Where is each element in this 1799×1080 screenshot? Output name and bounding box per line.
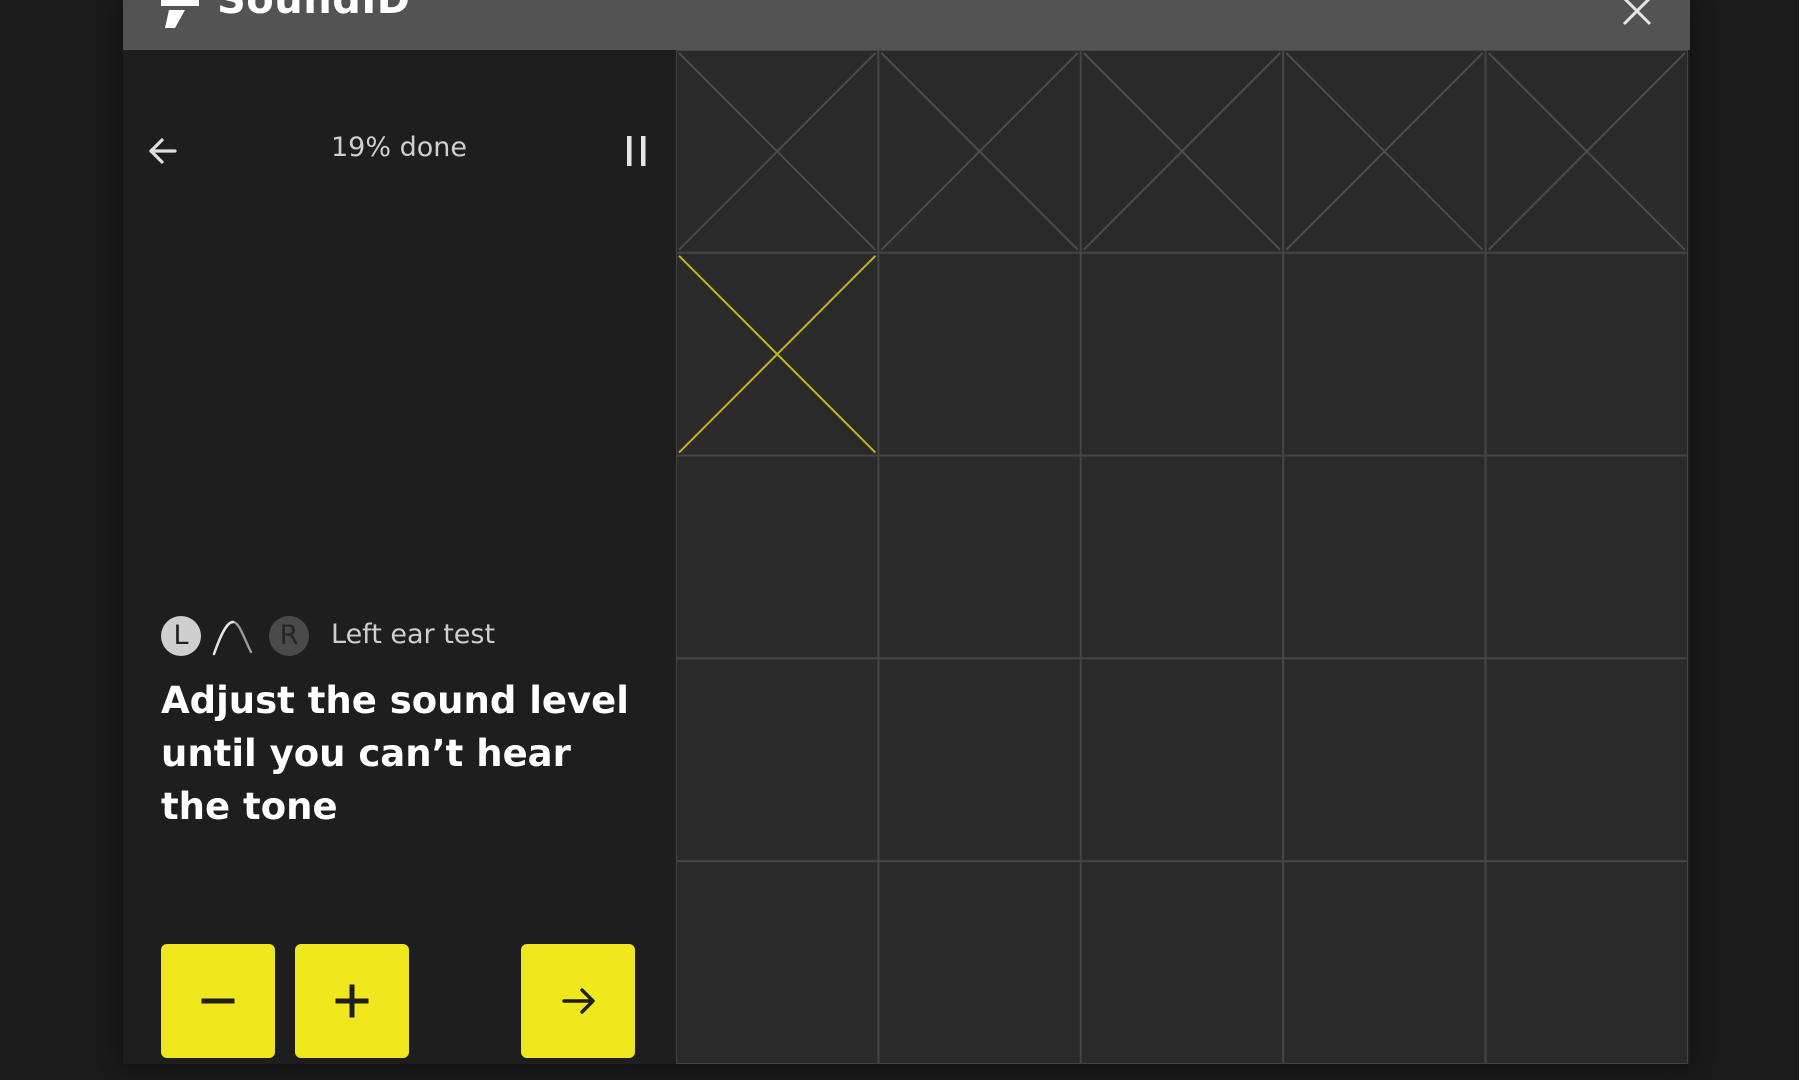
grid-cell-empty [877, 454, 1082, 660]
title-bar: SoundID [123, 0, 1690, 50]
grid-cell-empty [1282, 251, 1487, 457]
next-step-button[interactable] [521, 944, 635, 1058]
grid-cell-empty [877, 251, 1082, 457]
frequency-grid [675, 49, 1689, 1064]
soundid-logo-icon [161, 0, 199, 28]
grid-cell-empty [1484, 251, 1689, 457]
grid-cell-empty [1079, 454, 1285, 660]
grid-cell-empty [1484, 657, 1689, 863]
right-ear-badge: R [269, 616, 309, 656]
close-icon[interactable] [1620, 0, 1654, 28]
arrow-right-icon [562, 988, 595, 1014]
decrease-volume-button[interactable] [161, 944, 275, 1058]
pause-icon[interactable] [617, 131, 657, 171]
minus-icon [201, 998, 235, 1004]
grid-cell-empty [1282, 657, 1487, 863]
grid-cell-empty [1079, 251, 1285, 457]
instruction-text: Adjust the sound level until you can’t h… [161, 679, 629, 828]
increase-volume-button[interactable] [295, 944, 409, 1058]
grid-cell-empty [1282, 454, 1487, 660]
soundid-window: SoundID 19% done L R Left ear test Adjus… [123, 0, 1690, 1064]
grid-cell-empty [1484, 860, 1689, 1064]
grid-cell-empty [877, 657, 1082, 863]
grid-cell-empty [1484, 454, 1689, 660]
left-ear-badge: L [161, 616, 201, 656]
hearing-test-grid [675, 49, 1689, 1064]
grid-cell-empty [675, 454, 880, 660]
grid-cell-empty [675, 860, 880, 1064]
plus-icon [335, 984, 369, 1018]
grid-cell-empty [1282, 860, 1487, 1064]
test-panel: 19% done L R Left ear test Adjust the so… [123, 50, 675, 1064]
grid-cell-empty [877, 860, 1082, 1064]
grid-cell-empty [675, 657, 880, 863]
tone-wave-icon [212, 620, 253, 656]
ear-test-label: Left ear test [331, 619, 496, 650]
progress-text: 19% done [331, 132, 467, 163]
grid-cell-empty [1079, 657, 1285, 863]
app-name: SoundID [217, 0, 411, 23]
grid-cell-empty [1079, 860, 1285, 1064]
